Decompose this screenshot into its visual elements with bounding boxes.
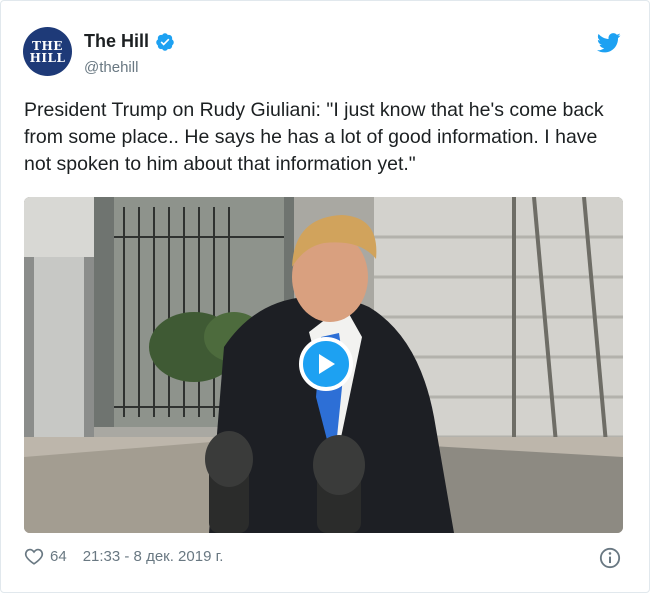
info-icon[interactable] (599, 547, 621, 569)
tweet-footer: 64 21:33 - 8 дек. 2019 г. (24, 547, 223, 565)
play-icon (319, 354, 335, 374)
avatar-text-line1: THE (32, 38, 63, 53)
tweet-timestamp[interactable]: 21:33 - 8 дек. 2019 г. (83, 548, 224, 565)
play-video-button[interactable] (299, 337, 353, 391)
avatar-text-line2: HILL (29, 50, 66, 65)
tweet-text: President Trump on Rudy Giuliani: "I jus… (24, 99, 604, 175)
author-avatar[interactable]: THE HILL (23, 27, 72, 76)
video-thumbnail[interactable] (24, 197, 623, 533)
author-name-row: The Hill (84, 31, 175, 52)
author-name[interactable]: The Hill (84, 31, 149, 52)
twitter-bird-icon[interactable] (597, 33, 621, 53)
heart-icon[interactable] (24, 547, 44, 565)
embedded-tweet-card: THE HILL The Hill @thehill President Tru… (0, 0, 650, 593)
like-count[interactable]: 64 (50, 548, 67, 565)
author-handle[interactable]: @thehill (84, 59, 138, 76)
verified-badge-icon (156, 32, 174, 51)
